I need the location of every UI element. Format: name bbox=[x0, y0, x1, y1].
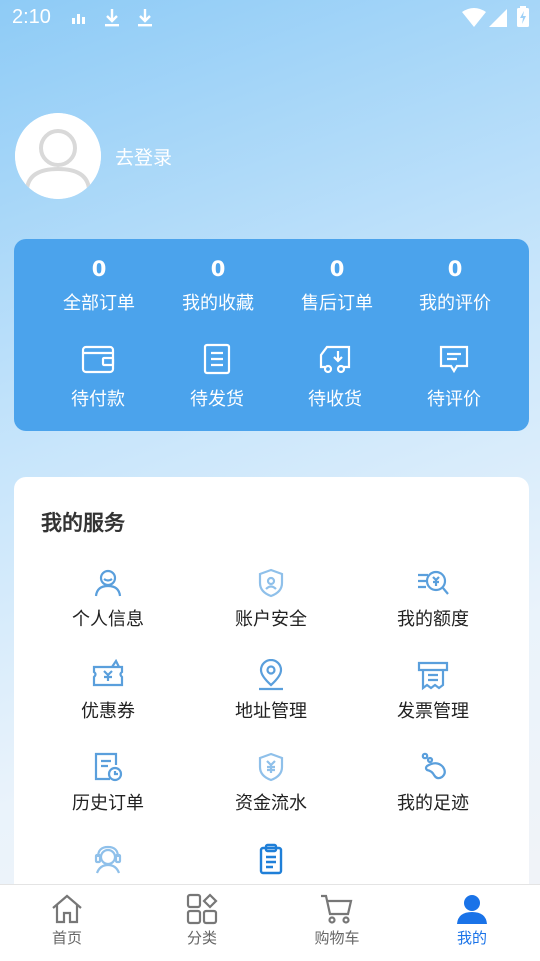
avatar-placeholder-icon bbox=[15, 113, 101, 199]
service-label: 我的足迹 bbox=[397, 793, 469, 814]
footprint-icon bbox=[421, 752, 446, 780]
order-status-pending-review[interactable]: 待评价 bbox=[394, 343, 514, 411]
avatar[interactable] bbox=[15, 113, 101, 199]
tab-cart[interactable]: 购物车 bbox=[277, 893, 397, 948]
wifi-icon bbox=[462, 8, 486, 27]
coupon-icon bbox=[92, 659, 124, 687]
invoice-icon bbox=[417, 661, 449, 691]
stat-count: 0 bbox=[210, 257, 226, 281]
order-status-label: 待评价 bbox=[427, 389, 481, 410]
shield-icon bbox=[258, 568, 284, 598]
status-time: 2:10 bbox=[12, 6, 51, 28]
service-personal-info[interactable]: 个人信息 bbox=[33, 567, 183, 631]
service-label: 历史订单 bbox=[72, 793, 144, 814]
tab-mine[interactable]: 我的 bbox=[412, 893, 532, 948]
quota-search-icon bbox=[418, 570, 449, 595]
service-customer-service[interactable] bbox=[33, 843, 183, 881]
document-icon bbox=[203, 343, 231, 375]
service-label: 账户安全 bbox=[235, 609, 307, 630]
profile-icon bbox=[457, 895, 487, 924]
order-status-pending-shipment[interactable]: 待发货 bbox=[157, 343, 277, 411]
service-invoice-management[interactable]: 发票管理 bbox=[358, 659, 508, 723]
stat-count: 0 bbox=[91, 257, 107, 281]
bottom-tab-bar: 首页 分类 购物车 我的 bbox=[0, 884, 540, 961]
order-status-label: 待付款 bbox=[71, 389, 125, 410]
service-account-security[interactable]: 账户安全 bbox=[196, 567, 346, 631]
wallet-icon bbox=[81, 345, 115, 374]
order-status-pending-payment[interactable]: 待付款 bbox=[38, 343, 158, 411]
tab-home[interactable]: 首页 bbox=[7, 893, 127, 948]
service-label: 资金流水 bbox=[235, 793, 307, 814]
tab-label: 首页 bbox=[51, 929, 82, 947]
stat-reviews[interactable]: 0 我的评价 bbox=[395, 255, 515, 315]
stat-favorites[interactable]: 0 我的收藏 bbox=[158, 255, 278, 315]
stat-label: 售后订单 bbox=[301, 293, 373, 314]
cell-signal-icon bbox=[489, 9, 507, 27]
login-link[interactable]: 去登录 bbox=[115, 143, 172, 170]
stat-label: 全部订单 bbox=[63, 293, 135, 314]
service-label: 我的额度 bbox=[397, 609, 469, 630]
stat-label: 我的评价 bbox=[419, 293, 491, 314]
download-icon bbox=[105, 9, 119, 27]
service-label: 地址管理 bbox=[235, 701, 307, 722]
cart-icon bbox=[321, 894, 353, 924]
clipboard-icon bbox=[259, 843, 283, 875]
service-fund-flow[interactable]: 资金流水 bbox=[196, 751, 346, 815]
order-status-pending-receipt[interactable]: 待收货 bbox=[275, 343, 395, 411]
stat-label: 我的收藏 bbox=[182, 293, 254, 314]
battery-icon bbox=[517, 6, 529, 27]
order-summary-card: 0 全部订单 0 我的收藏 0 售后订单 0 我的评价 待付款 待发货 待收货 … bbox=[14, 239, 529, 431]
truck-icon bbox=[319, 345, 351, 374]
stat-after-sales[interactable]: 0 售后订单 bbox=[277, 255, 397, 315]
service-my-quota[interactable]: 我的额度 bbox=[358, 567, 508, 631]
money-shield-icon bbox=[258, 752, 284, 782]
profile-header: 去登录 bbox=[15, 113, 415, 201]
location-pin-icon bbox=[259, 659, 283, 691]
stat-count: 0 bbox=[447, 257, 463, 281]
download-icon bbox=[138, 9, 152, 27]
user-icon bbox=[94, 569, 122, 597]
service-label: 发票管理 bbox=[397, 701, 469, 722]
status-bar: 2:10 bbox=[0, 0, 540, 36]
tab-label: 购物车 bbox=[314, 929, 360, 947]
service-coupons[interactable]: 优惠券 bbox=[33, 659, 183, 723]
tab-label: 分类 bbox=[186, 929, 217, 947]
service-address-management[interactable]: 地址管理 bbox=[196, 659, 346, 723]
service-label: 个人信息 bbox=[72, 609, 144, 630]
signal-bars-icon bbox=[72, 14, 85, 24]
stat-all-orders[interactable]: 0 全部订单 bbox=[39, 255, 159, 315]
service-my-footprint[interactable]: 我的足迹 bbox=[358, 751, 508, 815]
my-services-card: 我的服务 个人信息 账户安全 我的额度 优惠券 地址管理 发票管理 历史订单 资… bbox=[14, 477, 529, 907]
stat-count: 0 bbox=[329, 257, 345, 281]
comment-icon bbox=[439, 345, 469, 374]
order-status-label: 待收货 bbox=[308, 389, 362, 410]
tab-label: 我的 bbox=[456, 929, 487, 947]
tab-category[interactable]: 分类 bbox=[142, 893, 262, 948]
category-icon bbox=[186, 893, 218, 925]
customer-service-icon bbox=[94, 845, 122, 874]
home-icon bbox=[52, 894, 82, 924]
services-title: 我的服务 bbox=[41, 511, 125, 535]
service-history-orders[interactable]: 历史订单 bbox=[33, 751, 183, 815]
history-order-icon bbox=[94, 752, 123, 782]
service-label: 优惠券 bbox=[81, 701, 135, 722]
service-clipboard[interactable] bbox=[196, 843, 346, 881]
order-status-label: 待发货 bbox=[190, 389, 244, 410]
